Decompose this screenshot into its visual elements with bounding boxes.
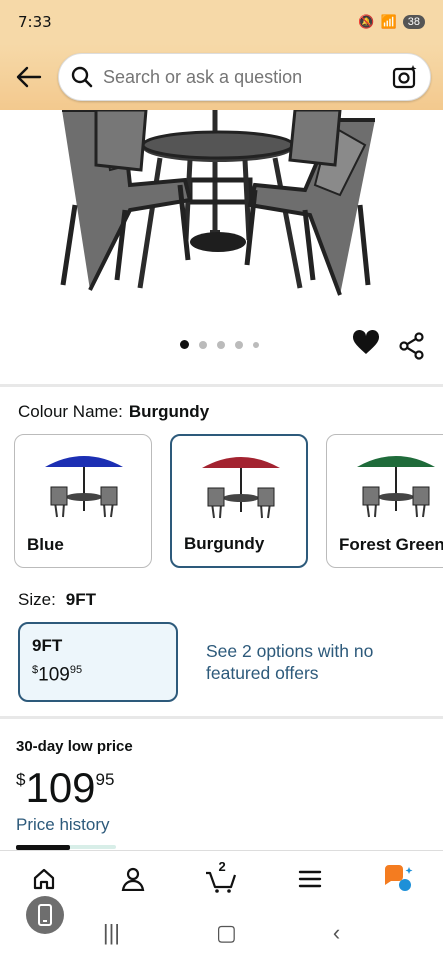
colour-name-value: Burgundy	[128, 402, 210, 421]
rufus-assistant-icon	[384, 864, 413, 891]
size-value: 9FT	[65, 590, 97, 609]
section-divider	[0, 384, 443, 387]
swatch-label: Burgundy	[184, 534, 265, 553]
pagination-dot	[235, 340, 243, 349]
size-option-name: 9FT	[32, 636, 63, 655]
home-icon	[34, 868, 55, 889]
patio-set-image	[60, 110, 375, 296]
section-divider	[0, 716, 443, 719]
nav-rufus[interactable]	[379, 859, 419, 899]
swatch-label: Forest Green	[339, 535, 443, 554]
swatch-forest-green[interactable]: Forest Green	[326, 434, 443, 568]
pagination-dot	[217, 340, 225, 349]
blue-umbrella-set-image	[45, 456, 123, 518]
umbrella-canopy	[202, 457, 280, 468]
share-icon	[399, 332, 424, 360]
burgundy-umbrella-set-image	[202, 457, 280, 519]
size-option-9ft[interactable]: 9FT $10995	[18, 622, 178, 702]
back-arrow-icon	[16, 66, 42, 88]
status-icons: 🔕 📶 38	[358, 14, 425, 30]
size-row: Size: 9FT	[18, 590, 96, 610]
see-options-link[interactable]: See 2 options with no featured offers	[206, 640, 426, 684]
pagination-dot	[180, 340, 189, 349]
search-icon	[71, 66, 93, 88]
search-header	[0, 44, 443, 110]
floating-phone-button[interactable]	[26, 896, 64, 934]
system-nav-bar: ||| ▢ ‹	[0, 906, 443, 960]
recent-apps-icon[interactable]: |||	[103, 920, 120, 946]
umbrella-canopy	[45, 456, 123, 467]
umbrella-canopy	[357, 456, 435, 467]
size-option-price: $10995	[32, 664, 164, 686]
colour-name-row: Colour Name: Burgundy	[18, 402, 209, 422]
nav-cart[interactable]: 2	[201, 859, 241, 899]
pagination-dot	[253, 341, 259, 348]
price-symbol: $	[16, 770, 26, 789]
green-umbrella-set-image	[357, 456, 435, 518]
swatch-blue[interactable]: Blue	[14, 434, 152, 568]
phone-icon	[38, 904, 52, 926]
cart-count-badge: 2	[218, 858, 226, 874]
price-whole: 109	[38, 664, 70, 686]
wishlist-button[interactable]	[352, 329, 382, 360]
price-history-link[interactable]: Price history	[16, 815, 110, 835]
camera-lens-icon[interactable]	[392, 64, 418, 90]
colour-swatches: Blue Burgundy Forest Green	[14, 434, 443, 568]
swatch-burgundy[interactable]: Burgundy	[170, 434, 308, 568]
colour-name-label: Colour Name:	[18, 402, 123, 421]
person-icon	[121, 867, 145, 891]
wifi-icon: 📶	[380, 14, 397, 29]
size-label: Size:	[18, 590, 56, 609]
home-system-icon[interactable]: ▢	[216, 920, 237, 946]
back-system-icon[interactable]: ‹	[333, 920, 340, 946]
nav-home[interactable]	[24, 859, 64, 899]
bottom-nav: 2	[0, 850, 443, 906]
pagination-dot	[199, 340, 207, 349]
share-button[interactable]	[398, 332, 428, 362]
search-input[interactable]	[103, 66, 392, 88]
price-fraction: 95	[69, 664, 83, 676]
mute-icon: 🔕	[358, 14, 375, 29]
product-image[interactable]	[0, 110, 443, 320]
price-whole: 109	[25, 764, 96, 811]
price-fraction: 95	[95, 770, 115, 789]
gallery-pagination	[180, 340, 259, 349]
back-button[interactable]	[12, 57, 46, 97]
battery-icon: 38	[402, 15, 425, 29]
nav-menu[interactable]	[290, 859, 330, 899]
heart-icon	[352, 329, 380, 354]
nav-account[interactable]	[113, 859, 153, 899]
low-price-label: 30-day low price	[16, 738, 133, 755]
swatch-label: Blue	[27, 535, 64, 554]
status-bar: 7:33 🔕 📶 38	[0, 0, 443, 44]
menu-icon	[298, 870, 322, 887]
current-price: $109 95	[16, 764, 114, 812]
status-time: 7:33	[18, 13, 52, 31]
search-box[interactable]	[58, 53, 431, 101]
